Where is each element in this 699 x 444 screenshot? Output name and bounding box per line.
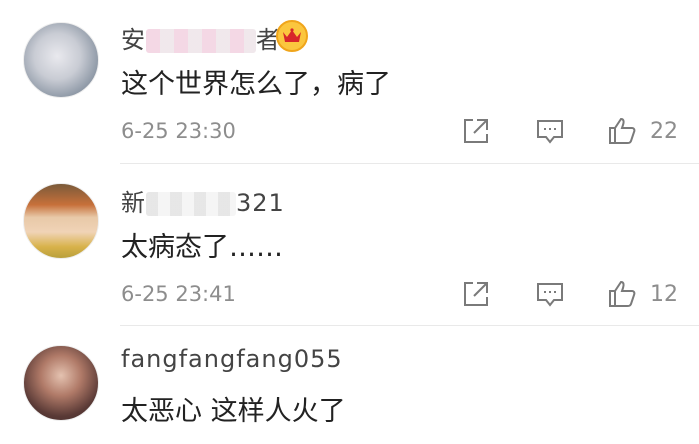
avatar[interactable]: [23, 345, 99, 421]
comment-icon[interactable]: [535, 116, 565, 146]
avatar[interactable]: [23, 183, 99, 259]
username[interactable]: 安者: [121, 20, 281, 55]
username-start: fangfangfang: [121, 345, 294, 373]
username-end: 321: [236, 189, 285, 217]
avatar[interactable]: [23, 22, 99, 98]
username-blur: [146, 29, 256, 53]
share-icon[interactable]: [461, 279, 491, 309]
username[interactable]: fangfangfang055: [121, 345, 343, 373]
divider: [120, 325, 699, 326]
like-icon[interactable]: [607, 279, 637, 309]
comment-time: 6-25 23:30: [121, 119, 236, 143]
username-end: 055: [293, 345, 343, 373]
like-count: 12: [650, 282, 678, 307]
like-count: 22: [650, 119, 678, 144]
like-icon[interactable]: [607, 116, 637, 146]
comment-icon[interactable]: [535, 279, 565, 309]
comment-text: 这个世界怎么了，病了: [121, 69, 391, 100]
comment-item: 安者 这个世界怎么了，病了 6-25 23:30 22: [0, 0, 699, 164]
divider: [120, 163, 699, 164]
share-icon[interactable]: [461, 116, 491, 146]
comment-time: 6-25 23:41: [121, 282, 236, 306]
comment-text: 太病态了……: [121, 232, 283, 263]
username-blur: [146, 192, 236, 216]
crown-icon: [276, 20, 308, 52]
username-start: 新: [121, 189, 146, 217]
username[interactable]: 新 321: [121, 183, 285, 218]
username-start: 安: [121, 26, 146, 54]
comment-text: 太恶心 这样人火了: [121, 396, 346, 427]
